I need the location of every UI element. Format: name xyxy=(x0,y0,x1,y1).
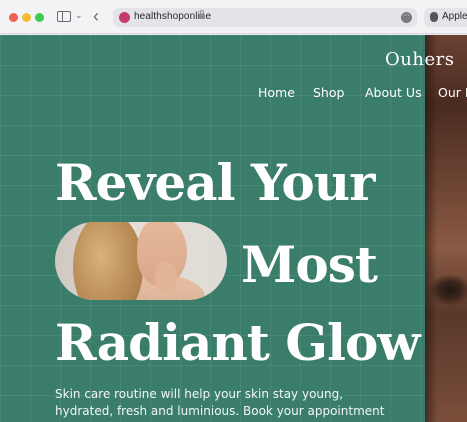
brand-logo[interactable]: Ouhers xyxy=(385,49,454,70)
hero-headline-line3: Radiant Glow xyxy=(55,313,420,372)
close-window-button[interactable] xyxy=(9,13,18,22)
lock-icon xyxy=(199,10,205,19)
nav-our[interactable]: Our F xyxy=(438,85,467,100)
nav-home[interactable]: Home xyxy=(258,85,295,100)
hero-pill-image xyxy=(55,222,227,300)
zoom-window-button[interactable] xyxy=(35,13,44,22)
apple-icon xyxy=(430,12,438,22)
nav-about-us[interactable]: About Us xyxy=(365,85,422,100)
favorite-apple[interactable]: Apple xyxy=(424,8,467,27)
site-favicon-icon xyxy=(119,12,130,23)
hero-headline-line2: Most xyxy=(241,235,378,294)
favorite-label: Apple xyxy=(442,11,467,22)
hero-headline-line1: Reveal Your xyxy=(55,153,375,212)
sidebar-toggle-icon[interactable] xyxy=(57,11,71,22)
nav-shop[interactable]: Shop xyxy=(313,85,344,100)
address-bar[interactable]: healthshoponline ··· xyxy=(113,8,417,27)
hero-description: Skin care routine will help your skin st… xyxy=(55,387,385,422)
more-options-icon[interactable]: ··· xyxy=(401,12,412,23)
minimize-window-button[interactable] xyxy=(22,13,31,22)
web-page: Ouhers Home Shop About Us Our F Reveal Y… xyxy=(0,35,467,422)
chevron-down-icon[interactable]: ⌄ xyxy=(75,10,83,21)
browser-toolbar: ⌄ ‹ healthshoponline ··· Apple xyxy=(0,0,467,34)
back-button[interactable]: ‹ xyxy=(93,6,99,26)
